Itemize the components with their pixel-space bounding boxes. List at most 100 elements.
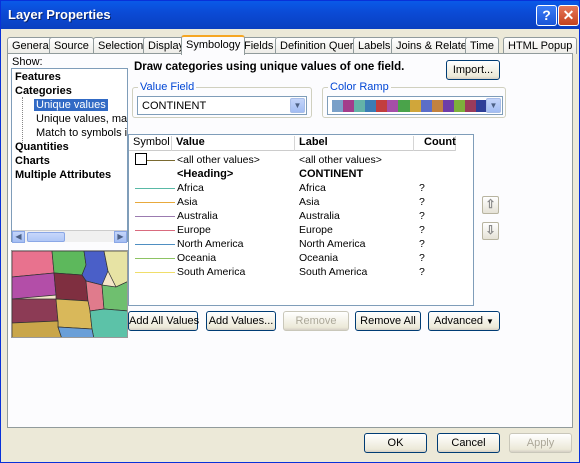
cell-value: Africa xyxy=(177,182,204,194)
cell-label[interactable]: Australia xyxy=(299,210,340,222)
tree-item-quantities[interactable]: Quantities xyxy=(15,141,69,153)
symbol-line[interactable] xyxy=(135,202,175,203)
table-row[interactable]: <Heading> CONTINENT xyxy=(129,167,456,181)
cell-label[interactable]: South America xyxy=(299,266,367,278)
tree-connector xyxy=(22,97,23,145)
color-ramp-segment xyxy=(442,100,454,112)
tree-item-multiple-attributes[interactable]: Multiple Attributes xyxy=(15,169,111,181)
header-value[interactable]: Value xyxy=(172,136,295,151)
color-ramp-segment xyxy=(409,100,421,112)
table-row[interactable]: Australia Australia? xyxy=(129,209,456,223)
tree-item-unique-values[interactable]: Unique values xyxy=(34,99,108,111)
move-up-icon[interactable]: ⇧ xyxy=(482,196,499,214)
symbol-swatch[interactable] xyxy=(135,153,147,165)
map-preview xyxy=(11,250,128,338)
cell-count: ? xyxy=(419,238,425,250)
header-count[interactable]: Count xyxy=(414,136,456,151)
cell-label[interactable]: Asia xyxy=(299,196,319,208)
color-ramp-segment xyxy=(376,100,388,112)
header-label[interactable]: Label xyxy=(295,136,414,151)
table-row[interactable]: Europe Europe? xyxy=(129,223,456,237)
tab-definition-query[interactable]: Definition Query xyxy=(275,37,364,54)
dialog-footer: OK Cancel Apply xyxy=(1,431,579,462)
window-title: Layer Properties xyxy=(8,7,111,22)
dropdown-arrow-icon: ▼ xyxy=(486,317,494,326)
description-text: Draw categories using unique values of o… xyxy=(134,61,405,73)
header-symbol[interactable]: Symbol xyxy=(129,136,172,151)
tree-horizontal-scrollbar[interactable]: ◀ ▶ xyxy=(12,230,127,243)
help-button[interactable]: ? xyxy=(536,5,557,26)
cell-label[interactable]: CONTINENT xyxy=(299,168,363,180)
cancel-button[interactable]: Cancel xyxy=(437,433,500,453)
scroll-left-icon[interactable]: ◀ xyxy=(12,231,25,243)
value-field-group: Value Field CONTINENT ▼ xyxy=(132,81,312,118)
cell-count: ? xyxy=(419,224,425,236)
cell-value: Australia xyxy=(177,210,218,222)
table-row[interactable]: Asia Asia? xyxy=(129,195,456,209)
color-ramp-select[interactable]: ▼ xyxy=(327,96,503,115)
tab-symbology[interactable]: Symbology xyxy=(181,35,246,55)
tree-item-features[interactable]: Features xyxy=(15,71,61,83)
color-ramp-segment xyxy=(332,100,344,112)
show-tree[interactable]: Features Categories Unique values Unique… xyxy=(11,68,128,242)
color-ramp-segment xyxy=(343,100,355,112)
apply-button[interactable]: Apply xyxy=(509,433,572,453)
ok-button[interactable]: OK xyxy=(364,433,427,453)
tree-item-charts[interactable]: Charts xyxy=(15,155,50,167)
cell-value: South America xyxy=(177,266,246,278)
cell-value: North America xyxy=(177,238,244,250)
advanced-label: Advanced xyxy=(434,315,483,327)
chevron-down-icon[interactable]: ▼ xyxy=(290,98,305,113)
tab-labels[interactable]: Labels xyxy=(353,37,396,54)
close-button[interactable]: ✕ xyxy=(558,5,579,26)
move-down-icon[interactable]: ⇩ xyxy=(482,222,499,240)
tab-selection[interactable]: Selection xyxy=(93,37,149,54)
unique-values-table[interactable]: Symbol Value Label Count <all other valu… xyxy=(128,134,474,306)
cell-count: ? xyxy=(419,182,425,194)
table-row[interactable]: Oceania Oceania? xyxy=(129,251,456,265)
table-row[interactable]: Africa Africa? xyxy=(129,181,456,195)
cell-label[interactable]: <all other values> xyxy=(299,154,382,166)
tree-item-categories[interactable]: Categories xyxy=(15,85,72,97)
symbol-line[interactable] xyxy=(135,188,175,189)
remove-button[interactable]: Remove xyxy=(283,311,349,331)
tab-source[interactable]: Source xyxy=(49,37,94,54)
value-field-select[interactable]: CONTINENT ▼ xyxy=(137,96,307,115)
tree-item-match-symbols[interactable]: Match to symbols in a xyxy=(36,127,127,139)
tab-time[interactable]: Time xyxy=(465,37,500,54)
show-label: Show: xyxy=(12,56,43,68)
cell-value: <all other values> xyxy=(177,154,260,166)
symbol-line[interactable] xyxy=(135,244,175,245)
layer-properties-window: Layer Properties ? ✕ General Source Sele… xyxy=(0,0,580,463)
scroll-thumb[interactable] xyxy=(27,232,65,242)
chevron-down-icon[interactable]: ▼ xyxy=(486,98,501,113)
cell-count: ? xyxy=(419,266,425,278)
add-values-button[interactable]: Add Values... xyxy=(206,311,276,331)
symbol-line[interactable] xyxy=(135,258,175,259)
cell-value: <Heading> xyxy=(177,168,234,180)
cell-value: Oceania xyxy=(177,252,217,264)
import-button[interactable]: Import... xyxy=(446,60,500,80)
symbol-line[interactable] xyxy=(135,230,175,231)
table-row[interactable]: North America North America? xyxy=(129,237,456,251)
tree-item-unique-values-many[interactable]: Unique values, many xyxy=(36,113,127,125)
tab-html-popup[interactable]: HTML Popup xyxy=(503,37,578,54)
color-ramp-group: Color Ramp ▼ xyxy=(322,81,506,118)
cell-label[interactable]: Africa xyxy=(299,182,326,194)
advanced-button[interactable]: Advanced ▼ xyxy=(428,311,500,331)
value-field-legend: Value Field xyxy=(138,81,197,93)
add-all-values-button[interactable]: Add All Values xyxy=(128,311,199,331)
remove-all-button[interactable]: Remove All xyxy=(355,311,421,331)
table-row[interactable]: <all other values> <all other values> xyxy=(129,153,456,167)
table-row[interactable]: South America South America? xyxy=(129,265,456,279)
cell-count: ? xyxy=(419,210,425,222)
cell-value: Asia xyxy=(177,196,198,208)
scroll-right-icon[interactable]: ▶ xyxy=(114,231,127,243)
symbol-line[interactable] xyxy=(135,216,175,217)
table-header: Symbol Value Label Count xyxy=(129,135,456,151)
cell-label[interactable]: North America xyxy=(299,238,366,250)
cell-label[interactable]: Oceania xyxy=(299,252,338,264)
symbol-line[interactable] xyxy=(135,272,175,273)
title-bar[interactable]: Layer Properties ? ✕ xyxy=(1,1,579,29)
cell-label[interactable]: Europe xyxy=(299,224,333,236)
